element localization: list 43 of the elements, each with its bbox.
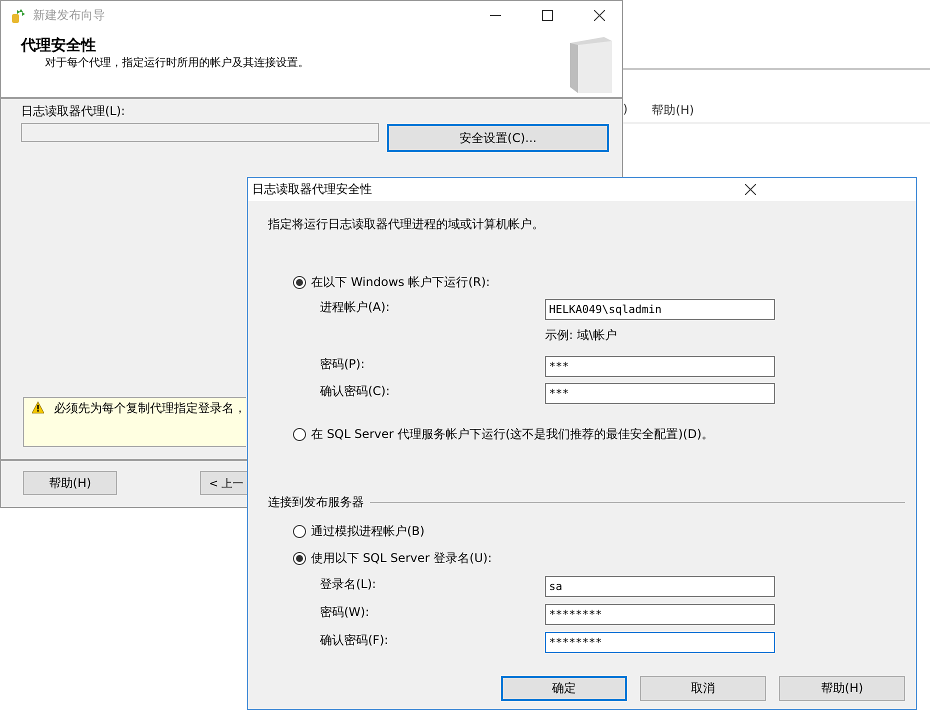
security-settings-button[interactable]: 安全设置(C)... [387, 124, 609, 152]
page-title: 代理安全性 [21, 36, 97, 55]
dialog-title: 日志读取器代理安全性 [252, 181, 373, 198]
radio-button[interactable] [293, 428, 306, 440]
minimize-icon[interactable] [490, 15, 500, 16]
field-label: 日志读取器代理(L): [21, 103, 126, 120]
radio-button[interactable] [293, 276, 306, 288]
menu-item[interactable]: ) [623, 102, 628, 122]
radio-option[interactable]: 在以下 Windows 帐户下运行(R): [293, 271, 905, 293]
close-icon[interactable] [594, 10, 604, 21]
dialog-button[interactable]: 确定 [501, 676, 627, 701]
input-field[interactable]: ******** [545, 604, 775, 625]
maximize-icon[interactable] [542, 10, 552, 21]
menu-item[interactable]: 帮助(H) [652, 102, 694, 122]
field-label: 进程帐户(A): [319, 299, 391, 316]
window-title: 新建发布向导 [33, 7, 106, 24]
app-icon [11, 8, 27, 24]
warning-text: 必须先为每个复制代理指定登录名， [54, 400, 246, 417]
back-button[interactable]: < 上一 [200, 471, 247, 495]
field-label: 密码(W): [319, 604, 370, 621]
radio-option[interactable]: 在 SQL Server 代理服务帐户下运行(这不是我们推荐的最佳安全配置)(D)。 [293, 423, 905, 445]
help-button[interactable]: 帮助(H) [23, 471, 117, 495]
radio-button[interactable] [293, 524, 306, 538]
input-field[interactable]: HELKA049\sqladmin [545, 299, 775, 320]
instruction-text: 指定将运行日志读取器代理进程的域或计算机帐户。 [268, 216, 545, 233]
field-label: 确认密码(F): [319, 632, 390, 649]
radio-button[interactable] [293, 552, 306, 564]
warning-icon [32, 400, 44, 415]
close-icon[interactable] [744, 184, 756, 195]
radio-option[interactable]: 使用以下 SQL Server 登录名(U): [293, 547, 905, 569]
input-field[interactable]: *** [545, 356, 775, 377]
dialog-button[interactable]: 取消 [640, 676, 766, 701]
field-label: 登录名(L): [319, 576, 378, 593]
group-label: 连接到发布服务器 [268, 494, 364, 510]
page-subtitle: 对于每个代理，指定运行时所用的帐户及其连接设置。 [44, 55, 310, 70]
input-field[interactable]: *** [545, 383, 775, 404]
field-label: 确认密码(C): [319, 383, 391, 400]
field-label: 密码(P): [319, 356, 366, 373]
input-field[interactable]: sa [545, 576, 775, 597]
radio-option[interactable]: 通过模拟进程帐户(B) [293, 520, 905, 542]
input-field[interactable]: ******** [545, 632, 775, 653]
example-hint: 示例: 域\帐户 [545, 327, 618, 341]
dialog-button[interactable]: 帮助(H) [779, 676, 905, 701]
